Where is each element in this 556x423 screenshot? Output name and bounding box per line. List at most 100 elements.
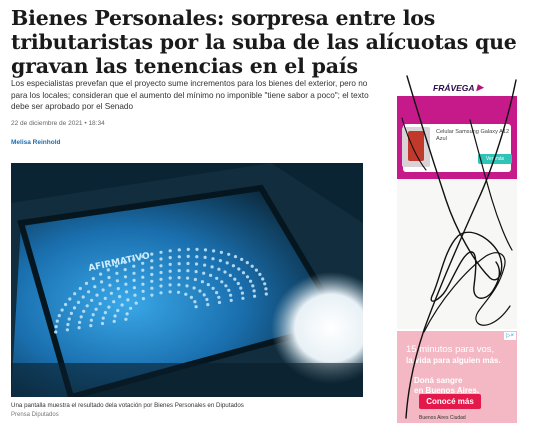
seat-dot: [123, 275, 128, 279]
seat-dot: [107, 305, 111, 309]
seat-dot: [203, 263, 207, 267]
adchoices-icon[interactable]: ▷×: [504, 332, 516, 340]
ad-line-2: la vida para alguien más.: [406, 356, 501, 365]
seat-dot: [159, 277, 163, 281]
seat-dot: [141, 289, 145, 293]
ad-placeholder: [397, 179, 517, 329]
seat-dot: [108, 283, 112, 287]
seat-dot: [202, 271, 206, 275]
seat-dot: [245, 275, 250, 279]
seat-dot: [106, 268, 110, 272]
seat-dot: [200, 280, 204, 284]
seat-dot: [67, 317, 71, 321]
seat-dot: [66, 322, 70, 327]
seat-dot: [120, 303, 124, 307]
seat-dot: [220, 280, 224, 284]
seat-dot: [141, 254, 145, 259]
seat-dot: [91, 313, 95, 317]
seat-dot: [168, 249, 172, 253]
seat-dot: [126, 298, 130, 302]
seat-dot: [124, 282, 128, 286]
seat-dot: [132, 257, 136, 261]
seat-dot: [206, 303, 210, 307]
seat-dot: [245, 261, 249, 265]
product-cta-button[interactable]: Ver más: [478, 154, 512, 164]
seat-dot: [68, 297, 72, 301]
ad-sponsor: Buenos Aires Ciudad: [419, 415, 466, 421]
product-name[interactable]: Celular Samsung Galaxy A12 Azul: [436, 129, 516, 143]
seat-dot: [65, 328, 69, 332]
seat-dot: [240, 291, 244, 295]
seat-dot: [159, 250, 163, 254]
seat-dot: [69, 311, 73, 315]
seat-dot: [177, 262, 181, 266]
seat-dot: [233, 255, 238, 259]
seat-dot: [184, 292, 188, 296]
seat-dot: [112, 319, 116, 323]
seat-dot: [132, 286, 136, 290]
author-link[interactable]: Melisa Reinhold: [11, 139, 60, 146]
seat-dot: [77, 326, 81, 330]
seat-dot: [150, 272, 154, 277]
fravega-brand: FRÁVEGA: [433, 82, 475, 93]
seat-dot: [186, 261, 190, 266]
seat-dot: [218, 259, 222, 263]
seat-dot: [211, 257, 215, 261]
seat-dot: [177, 255, 181, 259]
seat-dot: [203, 255, 207, 259]
seat-dot: [113, 314, 117, 318]
seat-dot: [168, 262, 172, 266]
seat-dot: [177, 269, 181, 273]
seat-dot: [225, 261, 229, 265]
photo-caption: Una pantalla muestra el resultado dela v…: [11, 402, 244, 409]
seat-dot: [93, 285, 97, 289]
seat-dot: [254, 268, 258, 272]
seat-dot: [115, 271, 119, 275]
seat-dot: [114, 264, 119, 268]
seat-dot: [76, 300, 81, 304]
seat-dot: [78, 320, 82, 324]
seat-dot: [64, 302, 68, 307]
seat-dot: [150, 293, 154, 297]
seat-dot: [223, 270, 227, 274]
seat-dot: [236, 281, 240, 286]
donation-cta-button[interactable]: Conocé más: [419, 394, 481, 409]
seat-dot: [90, 298, 94, 302]
seat-dot: [186, 254, 190, 258]
seat-dot: [98, 302, 102, 306]
seat-dot: [116, 308, 120, 313]
seat-dot: [231, 264, 235, 268]
seat-dot: [241, 296, 245, 300]
seat-dot: [54, 330, 58, 334]
ad-line-1: 15 minutos para vos,: [406, 344, 495, 355]
seat-dot: [100, 321, 105, 326]
seat-dot: [124, 317, 128, 321]
seat-dot: [100, 280, 104, 284]
phone-product-image: [402, 127, 430, 167]
seat-dot: [159, 257, 163, 261]
seat-dot: [133, 293, 137, 297]
seat-dot: [141, 297, 145, 301]
seat-dot: [185, 284, 189, 288]
seat-dot: [177, 248, 181, 252]
seat-dot: [150, 259, 154, 263]
seat-dot: [203, 248, 208, 252]
article-photo: AFIRMATIVO: [11, 163, 363, 397]
seat-dot: [85, 304, 89, 308]
seat-dot: [198, 289, 202, 293]
article-headline: Bienes Personales: sorpresa entre los tr…: [11, 6, 517, 78]
article-dateline: 22 de diciembre de 2021 • 18:34: [11, 120, 105, 127]
seat-dot: [150, 279, 154, 283]
seat-dot: [264, 287, 268, 291]
blood-donation-ad[interactable]: 15 minutos para vos, la vida para alguie…: [397, 331, 517, 423]
seat-dot: [258, 272, 262, 276]
seat-dot: [193, 277, 197, 282]
seat-dot: [194, 305, 198, 309]
seat-dot: [217, 267, 221, 271]
seat-dot: [241, 271, 246, 275]
seat-dot: [95, 293, 99, 297]
seat-dot: [101, 316, 105, 320]
seat-dot: [186, 247, 190, 251]
seat-dot: [251, 284, 255, 288]
seat-dot: [150, 286, 154, 290]
